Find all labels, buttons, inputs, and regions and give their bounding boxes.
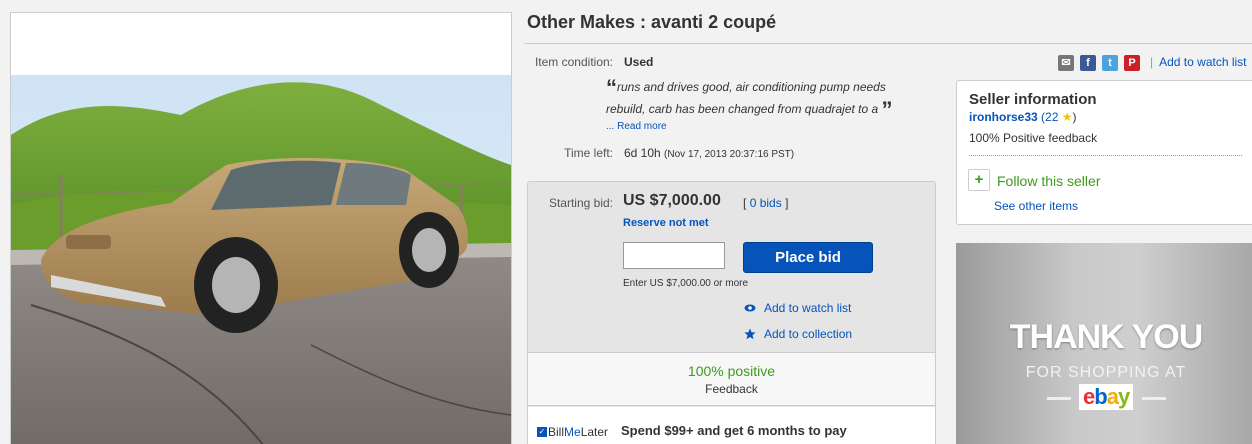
time-left-end: (Nov 17, 2013 20:37:16 PST) <box>664 149 795 160</box>
title-divider <box>524 43 1252 44</box>
pinterest-icon[interactable]: P <box>1124 55 1140 71</box>
ebay-listing-page: Other Makes : avanti 2 coupé Item condit… <box>0 0 1252 444</box>
item-photo[interactable] <box>11 75 511 444</box>
billmelater-logo-later: Later <box>580 425 609 439</box>
add-to-watch-list-link[interactable]: Add to watch list <box>744 301 851 315</box>
feedback-label: Feedback <box>705 382 758 396</box>
ebay-logo-b: b <box>1094 384 1107 409</box>
seller-score-close: ) <box>1072 110 1077 124</box>
read-more-ellipsis: ... <box>606 121 615 132</box>
bids-link[interactable]: 0 bids <box>750 196 782 210</box>
plus-icon[interactable]: + <box>968 169 990 191</box>
feedback-percent: 100% positive <box>687 363 776 379</box>
add-to-collection-label: Add to collection <box>764 327 853 341</box>
add-to-watch-list-label: Add to watch list <box>764 301 852 315</box>
close-quote-icon: ” <box>881 97 893 122</box>
condition-label: Item condition: <box>534 55 613 69</box>
share-icons: ✉ f t P <box>1058 55 1146 71</box>
bid-minimum-note: Enter US $7,000.00 or more <box>623 278 749 289</box>
for-shopping-text: FOR SHOPPING AT <box>1025 364 1187 381</box>
place-bid-button[interactable]: Place bid <box>743 242 873 273</box>
add-to-watch-list-top-link[interactable]: Add to watch list <box>1159 55 1246 69</box>
add-to-collection-link[interactable]: Add to collection <box>744 327 852 341</box>
time-left-value: 6d 10h <box>624 146 661 160</box>
check-icon: ✓ <box>537 427 547 437</box>
star-icon <box>744 328 756 340</box>
starting-bid-price: US $7,000.00 <box>623 192 721 209</box>
ebay-logo-a: a <box>1106 384 1119 409</box>
reserve-status: Reserve not met <box>623 217 709 229</box>
billmelater-promo: Spend $99+ and get 6 months to pay <box>621 423 847 438</box>
car-photo-image <box>11 75 511 444</box>
bids-close-bracket: ] <box>785 196 789 210</box>
thank-you-text: THANK YOU <box>1009 318 1204 356</box>
see-other-items-link[interactable]: See other items <box>994 199 1078 213</box>
header-watch: | Add to watch list <box>1150 55 1247 69</box>
seller-score-link[interactable]: 22 <box>1045 110 1058 124</box>
open-quote-icon: “ <box>606 75 617 100</box>
billmelater-logo: ✓ Bill Me Later <box>537 425 608 439</box>
seller-feedback-strip: 100% positive Feedback <box>528 352 935 406</box>
description-snippet: “runs and drives good, air conditioning … <box>606 75 916 122</box>
description-text: runs and drives good, air conditioning p… <box>606 80 886 116</box>
item-photo-panel <box>10 12 512 444</box>
item-title: Other Makes : avanti 2 coupé <box>527 12 777 32</box>
read-more: ... Read more <box>606 121 667 132</box>
seller-info-heading: Seller information <box>969 91 1097 108</box>
seller-name-link[interactable]: ironhorse33 <box>969 110 1038 124</box>
follow-seller-link[interactable]: Follow this seller <box>997 173 1100 189</box>
starting-bid-label: Starting bid: <box>548 196 613 210</box>
facebook-icon[interactable]: f <box>1080 55 1096 71</box>
twitter-icon[interactable]: t <box>1102 55 1118 71</box>
eye-icon <box>744 304 756 312</box>
time-left-label: Time left: <box>564 146 613 160</box>
ebay-logo-y: y <box>1117 384 1130 409</box>
billmelater-logo-me: Me <box>564 425 581 439</box>
star-icon: ★ <box>1061 110 1073 124</box>
ebay-logo: ebay <box>1079 384 1134 410</box>
time-left: 6d 10h (Nov 17, 2013 20:37:16 PST) <box>624 146 794 160</box>
seller-positive-feedback: 100% Positive feedback <box>969 131 1098 145</box>
bids-open-bracket: [ <box>743 196 747 210</box>
billmelater-logo-bill: Bill <box>548 425 565 439</box>
banner-dash-left <box>1047 397 1071 400</box>
ebay-logo-e: e <box>1083 384 1095 409</box>
condition-value: Used <box>624 55 654 69</box>
banner-dash-right <box>1142 397 1166 400</box>
bid-count: [ 0 bids ] <box>743 196 788 210</box>
seller-divider <box>969 155 1242 156</box>
share-divider: | <box>1150 55 1154 69</box>
bid-amount-input[interactable] <box>623 242 725 269</box>
seller-name-row: ironhorse33 (22 ★) <box>969 110 1077 124</box>
read-more-link[interactable]: Read more <box>617 121 666 132</box>
email-icon[interactable]: ✉ <box>1058 55 1074 71</box>
